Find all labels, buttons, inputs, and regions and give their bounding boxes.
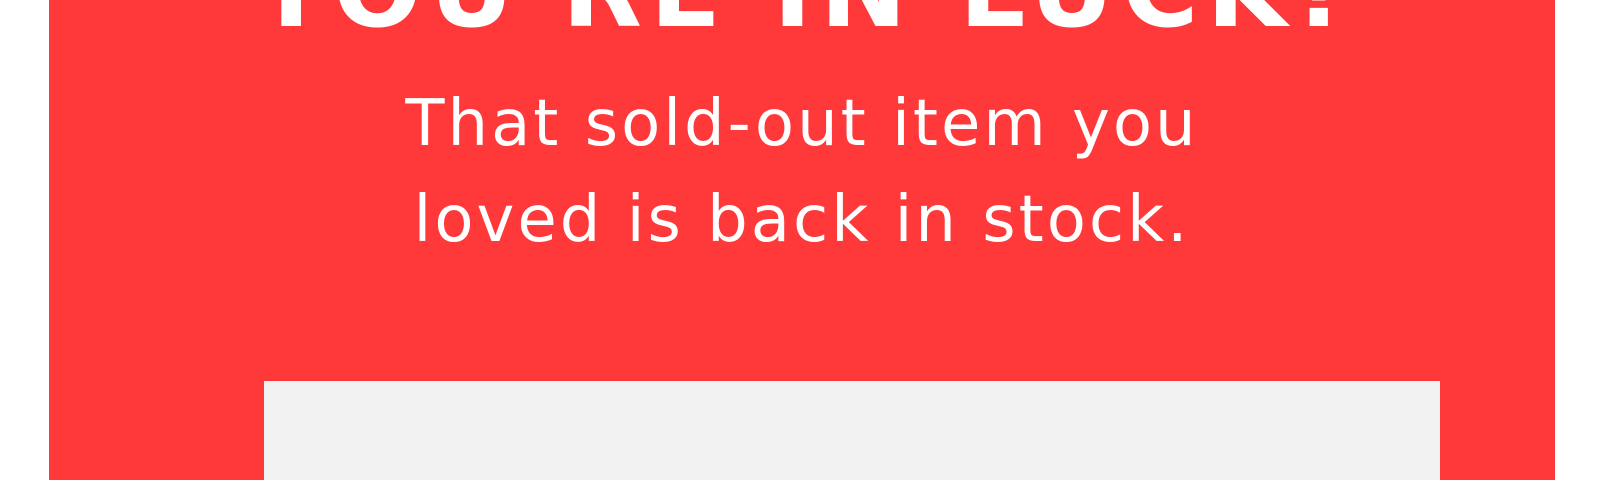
message-line-1: That sold-out item you: [405, 87, 1199, 161]
message-line-2: loved is back in stock.: [413, 183, 1191, 257]
product-panel: [264, 381, 1440, 480]
email-page: YOU'RE IN LUCK! That sold-out item you l…: [0, 0, 1600, 480]
headline: YOU'RE IN LUCK!: [49, 0, 1555, 42]
back-in-stock-banner: YOU'RE IN LUCK! That sold-out item you l…: [49, 0, 1555, 480]
